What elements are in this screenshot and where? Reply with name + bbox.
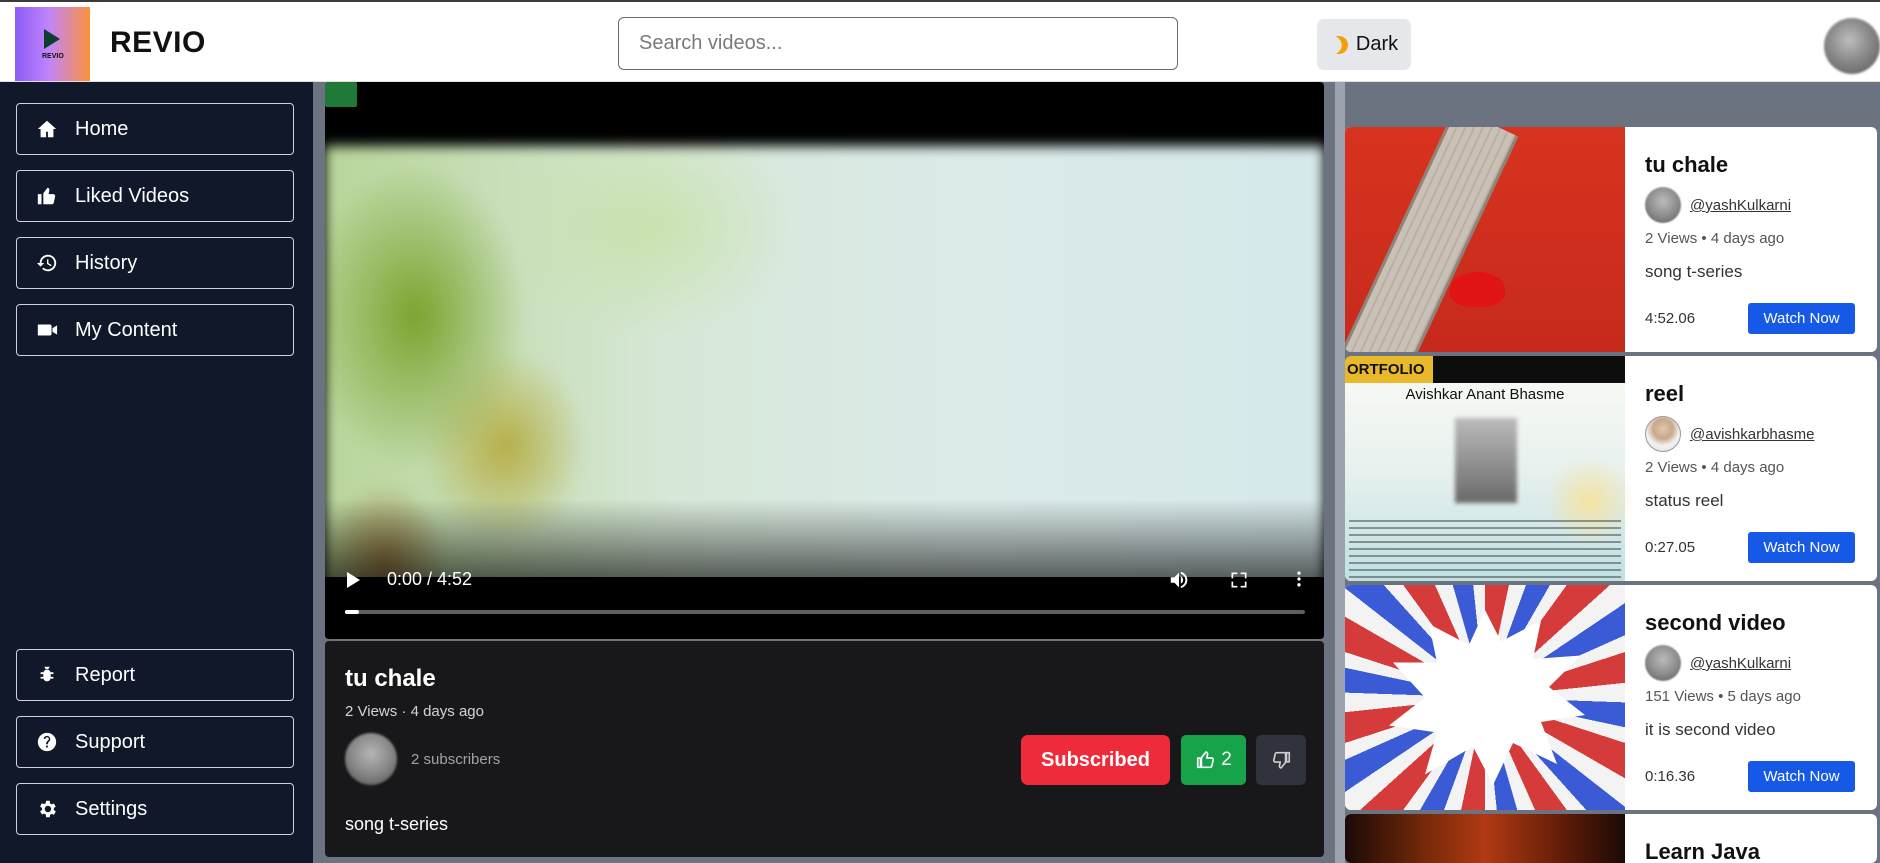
sidebar-item-settings[interactable]: Settings — [16, 783, 294, 835]
thumbnail-burst — [1389, 610, 1585, 785]
video-thumbnail[interactable] — [1345, 814, 1625, 863]
thumbnail-pier — [1345, 127, 1519, 352]
video-thumbnail[interactable] — [1345, 585, 1625, 810]
sidebar-item-label: History — [75, 251, 138, 274]
video-info-panel: tu chale 2 Views · 4 days ago 2 subscrib… — [325, 641, 1324, 857]
channel-avatar[interactable] — [345, 733, 397, 785]
sidebar-item-support[interactable]: Support — [16, 716, 294, 768]
sidebar-item-liked-videos[interactable]: Liked Videos — [16, 170, 294, 222]
card-title[interactable]: Learn Java — [1645, 839, 1760, 863]
related-video-card[interactable]: tu chale @yashKulkarni 2 Views • 4 days … — [1345, 127, 1877, 352]
app-logo[interactable]: REVIO — [15, 7, 90, 81]
related-video-card[interactable]: ORTFOLIO Avishkar Anant Bhasme reel @avi… — [1345, 356, 1877, 581]
thumbs-up-icon — [1197, 751, 1215, 769]
video-player[interactable]: 0:00 / 4:52 — [325, 82, 1324, 639]
thumbnail-text-lines — [1349, 520, 1621, 578]
video-description: song t-series — [345, 814, 449, 834]
video-thumbnail[interactable]: ORTFOLIO Avishkar Anant Bhasme — [1345, 356, 1635, 581]
video-time: 0:00 / 4:52 — [387, 569, 473, 589]
thumbnail-tag: ORTFOLIO — [1345, 356, 1433, 383]
video-progress-fill — [345, 610, 360, 614]
sidebar-divider — [313, 82, 323, 863]
sidebar-item-report[interactable]: Report — [16, 649, 294, 701]
thumbnail-figure — [1450, 272, 1505, 307]
subscriber-count: 2 subscribers — [411, 751, 501, 768]
card-channel-handle[interactable]: @yashKulkarni — [1690, 655, 1791, 672]
like-button[interactable]: 2 — [1181, 735, 1246, 785]
sidebar-item-home[interactable]: Home — [16, 103, 294, 155]
extension-icon[interactable] — [325, 82, 357, 107]
card-channel-handle[interactable]: @yashKulkarni — [1690, 197, 1791, 214]
watch-now-button[interactable]: Watch Now — [1748, 761, 1855, 792]
card-meta: 2 Views • 4 days ago — [1645, 230, 1785, 247]
card-duration: 0:16.36 — [1645, 768, 1696, 785]
card-channel-avatar[interactable] — [1645, 645, 1681, 681]
sidebar-item-label: My Content — [75, 318, 178, 341]
thumbnail-photo — [1455, 418, 1517, 503]
theme-toggle-label: Dark — [1355, 33, 1399, 55]
more-options-icon[interactable] — [1289, 568, 1309, 590]
video-camera-icon — [35, 318, 59, 342]
question-icon — [35, 730, 59, 754]
brand-name: REVIO — [110, 26, 206, 59]
card-duration: 4:52.06 — [1645, 310, 1696, 327]
card-duration: 0:27.05 — [1645, 539, 1696, 556]
card-title[interactable]: reel — [1645, 381, 1684, 407]
like-count: 2 — [1221, 749, 1232, 770]
play-icon[interactable] — [347, 572, 360, 588]
search-input[interactable] — [618, 17, 1178, 70]
sidebar-item-label: Liked Videos — [75, 184, 190, 207]
card-channel-avatar[interactable] — [1645, 416, 1681, 452]
card-title[interactable]: second video — [1645, 610, 1786, 636]
theme-toggle-button[interactable]: Dark — [1317, 19, 1411, 70]
card-description: status reel — [1645, 491, 1724, 510]
logo-mini-text: REVIO — [42, 53, 64, 60]
related-video-card[interactable]: second video @yashKulkarni 151 Views • 5… — [1345, 585, 1877, 810]
sidebar-item-label: Settings — [75, 797, 148, 820]
history-icon — [35, 251, 59, 275]
gear-icon — [35, 797, 59, 821]
bug-icon — [35, 663, 59, 687]
logo-play-icon — [44, 29, 60, 49]
card-channel-avatar[interactable] — [1645, 187, 1681, 223]
dislike-button[interactable] — [1256, 735, 1306, 785]
sidebar-item-label: Support — [75, 730, 146, 753]
video-progress-bar[interactable] — [345, 610, 1305, 614]
thumbs-up-icon — [35, 184, 59, 208]
top-header: REVIO REVIO Dark — [0, 0, 1880, 82]
card-meta: 151 Views • 5 days ago — [1645, 688, 1801, 705]
user-avatar[interactable] — [1824, 18, 1880, 74]
sidebar-item-label: Report — [75, 663, 136, 686]
card-description: song t-series — [1645, 262, 1743, 281]
video-title: tu chale — [345, 665, 436, 692]
sidebar-item-history[interactable]: History — [16, 237, 294, 289]
thumbnail-name: Avishkar Anant Bhasme — [1405, 386, 1565, 403]
card-meta: 2 Views • 4 days ago — [1645, 459, 1785, 476]
card-title[interactable]: tu chale — [1645, 152, 1728, 178]
thumbs-down-icon — [1272, 751, 1291, 769]
card-channel-handle[interactable]: @avishkarbhasme — [1690, 426, 1814, 443]
watch-now-button[interactable]: Watch Now — [1748, 303, 1855, 334]
moon-icon — [1327, 33, 1350, 56]
subscribe-button[interactable]: Subscribed — [1021, 735, 1170, 785]
sidebar-item-my-content[interactable]: My Content — [16, 304, 294, 356]
main-content: 0:00 / 4:52 tu chale 2 Views · 4 days ag… — [323, 82, 1335, 863]
home-icon — [35, 117, 59, 141]
fullscreen-icon[interactable] — [1229, 570, 1249, 590]
volume-icon[interactable] — [1168, 569, 1190, 591]
related-video-card[interactable]: Learn Java — [1345, 814, 1877, 863]
related-panel-divider — [1335, 82, 1345, 863]
sidebar: Home Liked Videos History My Content Rep… — [0, 82, 313, 863]
watch-now-button[interactable]: Watch Now — [1748, 532, 1855, 563]
sidebar-item-label: Home — [75, 117, 129, 140]
card-description: it is second video — [1645, 720, 1776, 739]
video-meta: 2 Views · 4 days ago — [345, 703, 484, 720]
video-thumbnail[interactable] — [1345, 127, 1625, 352]
